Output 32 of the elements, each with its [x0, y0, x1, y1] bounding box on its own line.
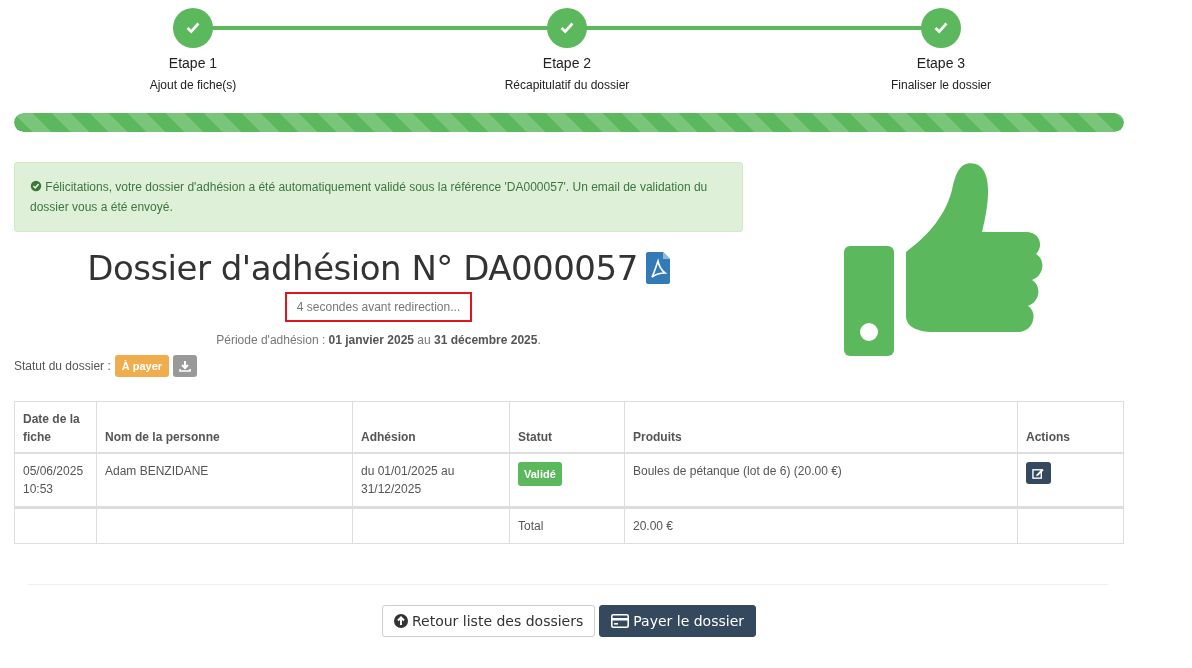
edit-button[interactable]: [1026, 462, 1051, 484]
column-header: Actions: [1017, 401, 1124, 453]
check-circle-icon: [30, 180, 42, 192]
download-button[interactable]: [173, 355, 198, 377]
pdf-file-icon: [645, 250, 670, 286]
step-title: Etape 1: [168, 55, 218, 71]
arrow-up-circle-icon: [393, 614, 408, 628]
edit-icon: [1032, 466, 1045, 480]
download-icon: [179, 360, 192, 372]
page-title: Dossier d'adhésion N° DA000057: [87, 248, 638, 288]
status-badge: À payer: [114, 355, 170, 377]
redirect-notice: 4 secondes avant redirection...: [284, 292, 473, 322]
table-cell: 20.00 €: [624, 507, 1018, 544]
column-header: Produits: [624, 401, 1018, 453]
table-cell: 05/06/2025 10:53: [14, 453, 97, 508]
column-header: Date de la fiche: [14, 401, 97, 453]
step-subtitle: Finaliser le dossier: [890, 78, 991, 92]
step-subtitle: Ajout de fiche(s): [149, 78, 237, 92]
period-text: Période d'adhésion : 01 janvier 2025 au 31 décembre 2025.: [215, 333, 542, 347]
column-header: Adhésion: [352, 401, 510, 453]
pay-button[interactable]: Payer le dossier: [599, 605, 757, 637]
status-label: Statut du dossier :: [14, 359, 111, 373]
table-cell: Total: [509, 507, 625, 544]
column-header: Statut: [509, 401, 625, 453]
step-title: Etape 3: [916, 55, 966, 71]
alert-message: Félicitations, votre dossier d'adhésion a été automatiquement validé sous la référence 'DA000057'. Un email de validation du dossier vous a été envoyé.: [30, 179, 709, 216]
back-button[interactable]: Retour liste des dossiers: [381, 605, 596, 637]
step-title: Etape 2: [542, 55, 592, 71]
status-badge: Validé: [518, 462, 562, 486]
credit-card-icon: [611, 613, 630, 629]
column-header: Nom de la personne: [96, 401, 353, 453]
step-subtitle: Récapitulatif du dossier: [504, 78, 630, 92]
